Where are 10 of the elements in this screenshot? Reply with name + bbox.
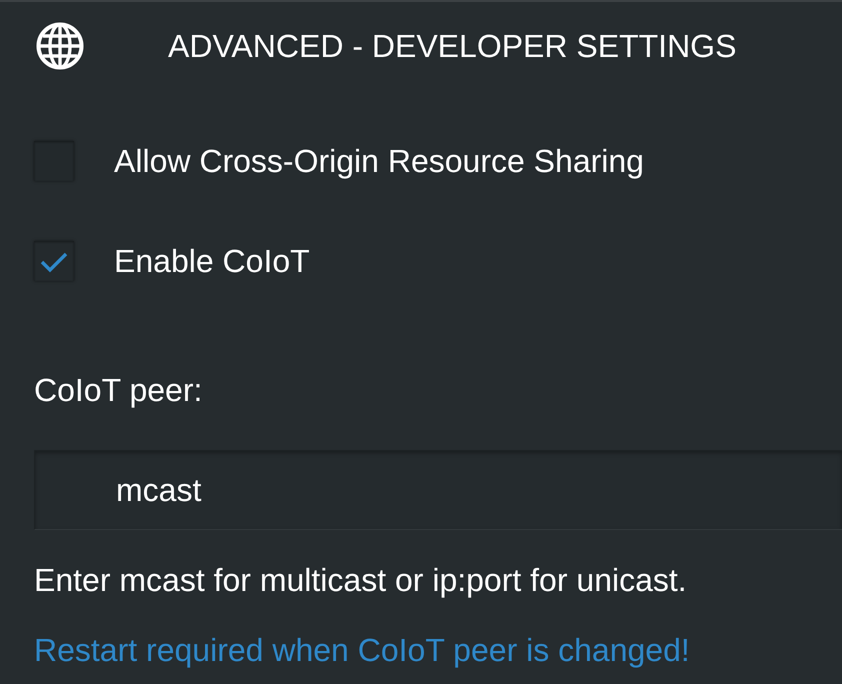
hint-text: Enter mcast for multicast or ip:port for unicast. xyxy=(34,562,687,598)
checkbox-label: Enable CoIoT xyxy=(114,243,310,279)
peer-input[interactable]: mcast xyxy=(34,450,842,530)
page-title: ADVANCED - DEVELOPER SETTINGS xyxy=(168,28,736,64)
globe-icon xyxy=(36,22,84,70)
field-label: CoIoT peer: xyxy=(34,372,202,408)
checkbox[interactable] xyxy=(34,241,74,281)
warning-text: Restart required when CoIoT peer is changed! xyxy=(34,632,690,668)
checkbox-label: Allow Cross-Origin Resource Sharing xyxy=(114,143,644,179)
checkmark-icon xyxy=(40,251,68,273)
